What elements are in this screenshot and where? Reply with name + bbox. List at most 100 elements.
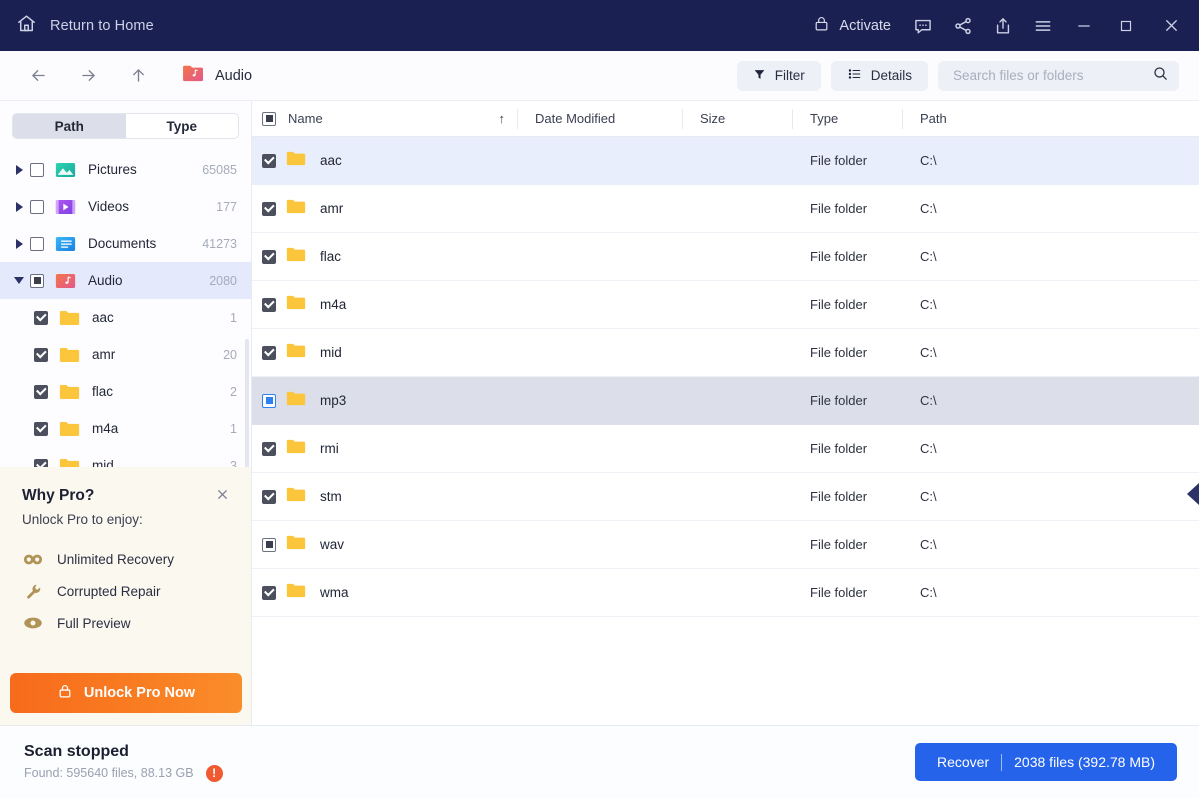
column-header-date-modified[interactable]: Date Modified [517, 101, 682, 137]
sidebar-checkbox[interactable] [34, 310, 48, 325]
activate-button[interactable]: Activate [801, 9, 903, 43]
sidebar-item-aac[interactable]: aac 1 [0, 299, 251, 336]
cell-type: File folder [810, 297, 868, 312]
column-header-size[interactable]: Size [682, 101, 792, 137]
why-pro-feature-list: Unlimited Recovery Corrupted Repair Full… [22, 549, 231, 633]
select-all-checkbox[interactable] [262, 111, 276, 126]
back-button[interactable] [18, 56, 58, 96]
table-row[interactable]: stm File folder C:\ [252, 473, 1199, 521]
unlock-pro-now-button[interactable]: Unlock Pro Now [10, 673, 242, 713]
sidebar-item-m4a[interactable]: m4a 1 [0, 410, 251, 447]
scan-found-text: Found: 595640 files, 88.13 GB [24, 766, 194, 780]
close-icon[interactable] [1147, 6, 1195, 46]
table-row[interactable]: aac File folder C:\ [252, 137, 1199, 185]
lock-icon [813, 14, 830, 37]
cell-name[interactable]: mid [252, 342, 517, 364]
sidebar-checkbox[interactable] [30, 236, 44, 251]
row-checkbox[interactable] [262, 489, 276, 504]
expand-arrow-icon[interactable] [8, 164, 30, 175]
row-checkbox[interactable] [262, 393, 276, 408]
row-checkbox[interactable] [262, 297, 276, 312]
column-header-label: Path [920, 111, 947, 126]
details-button[interactable]: Details [830, 60, 928, 91]
cell-name[interactable]: rmi [252, 438, 517, 460]
cell-type: File folder [810, 153, 868, 168]
sidebar-item-amr[interactable]: amr 20 [0, 336, 251, 373]
up-button[interactable] [118, 56, 158, 96]
share-icon[interactable] [943, 6, 983, 46]
collapse-arrow-icon[interactable] [8, 277, 30, 284]
sidebar-item-documents[interactable]: Documents 41273 [0, 225, 251, 262]
row-checkbox[interactable] [262, 585, 276, 600]
sidebar-checkbox[interactable] [30, 199, 44, 214]
hamburger-menu-icon[interactable] [1023, 6, 1063, 46]
cell-name[interactable]: flac [252, 246, 517, 268]
cell-name[interactable]: m4a [252, 294, 517, 316]
cell-name[interactable]: mp3 [252, 390, 517, 412]
table-row[interactable]: wav File folder C:\ [252, 521, 1199, 569]
sidebar-item-count: 65085 [202, 162, 237, 177]
sidebar-checkbox[interactable] [34, 347, 48, 362]
row-checkbox[interactable] [262, 441, 276, 456]
cell-name[interactable]: stm [252, 486, 517, 508]
cell-path: C:\ [920, 585, 937, 600]
cell-name[interactable]: amr [252, 198, 517, 220]
table-row[interactable]: flac File folder C:\ [252, 233, 1199, 281]
folder-icon [286, 390, 306, 412]
file-list[interactable]: aac File folder C:\ amr File folder C:\ flac Fi… [252, 137, 1199, 725]
sidebar-checkbox[interactable] [30, 162, 44, 177]
sidebar-item-flac[interactable]: flac 2 [0, 373, 251, 410]
recover-button[interactable]: Recover 2038 files (392.78 MB) [915, 743, 1177, 781]
maximize-icon[interactable] [1105, 6, 1147, 46]
return-to-home-button[interactable]: Return to Home [16, 13, 154, 39]
file-name: wma [320, 585, 349, 600]
collapse-panel-arrow-icon[interactable] [1187, 483, 1199, 505]
expand-arrow-icon[interactable] [8, 238, 30, 249]
title-bar: Return to Home Activate [0, 0, 1199, 51]
sidebar-item-videos[interactable]: Videos 177 [0, 188, 251, 225]
table-row[interactable]: m4a File folder C:\ [252, 281, 1199, 329]
feature-label: Unlimited Recovery [57, 551, 175, 567]
expand-arrow-icon[interactable] [8, 201, 30, 212]
row-checkbox[interactable] [262, 345, 276, 360]
column-header-path[interactable]: Path [902, 101, 1199, 137]
sidebar-item-audio[interactable]: Audio 2080 [0, 262, 251, 299]
cell-name[interactable]: aac [252, 150, 517, 172]
tab-type[interactable]: Type [125, 114, 238, 138]
folder-icon [59, 309, 80, 327]
search-box[interactable] [938, 60, 1179, 91]
close-icon[interactable] [213, 485, 231, 503]
breadcrumb[interactable]: Audio [182, 64, 252, 88]
sidebar-checkbox[interactable] [34, 421, 48, 436]
table-row[interactable]: mp3 File folder C:\ [252, 377, 1199, 425]
forward-button[interactable] [68, 56, 108, 96]
row-checkbox[interactable] [262, 201, 276, 216]
cell-name[interactable]: wma [252, 582, 517, 604]
table-row[interactable]: wma File folder C:\ [252, 569, 1199, 617]
table-row[interactable]: mid File folder C:\ [252, 329, 1199, 377]
search-icon[interactable] [1152, 65, 1169, 87]
sidebar-checkbox[interactable] [34, 384, 48, 399]
warning-icon[interactable]: ! [205, 764, 223, 782]
feedback-chat-icon[interactable] [903, 6, 943, 46]
sidebar-view-toggle[interactable]: Path Type [12, 113, 239, 139]
sort-ascending-icon[interactable]: ↑ [499, 111, 506, 126]
folder-icon [286, 246, 306, 268]
row-checkbox[interactable] [262, 249, 276, 264]
column-header-type[interactable]: Type [792, 101, 902, 137]
row-checkbox[interactable] [262, 153, 276, 168]
table-row[interactable]: amr File folder C:\ [252, 185, 1199, 233]
column-header-name[interactable]: Name ↑ [252, 101, 517, 137]
tab-path[interactable]: Path [13, 114, 126, 138]
sidebar-item-label: m4a [92, 421, 119, 436]
sidebar-checkbox[interactable] [30, 273, 44, 288]
row-checkbox[interactable] [262, 537, 276, 552]
search-input[interactable] [953, 68, 1152, 83]
filter-button[interactable]: Filter [736, 60, 821, 91]
sidebar-item-pictures[interactable]: Pictures 65085 [0, 151, 251, 188]
upload-export-icon[interactable] [983, 6, 1023, 46]
folder-icon [286, 534, 306, 556]
table-row[interactable]: rmi File folder C:\ [252, 425, 1199, 473]
minimize-icon[interactable] [1063, 6, 1105, 46]
cell-name[interactable]: wav [252, 534, 517, 556]
